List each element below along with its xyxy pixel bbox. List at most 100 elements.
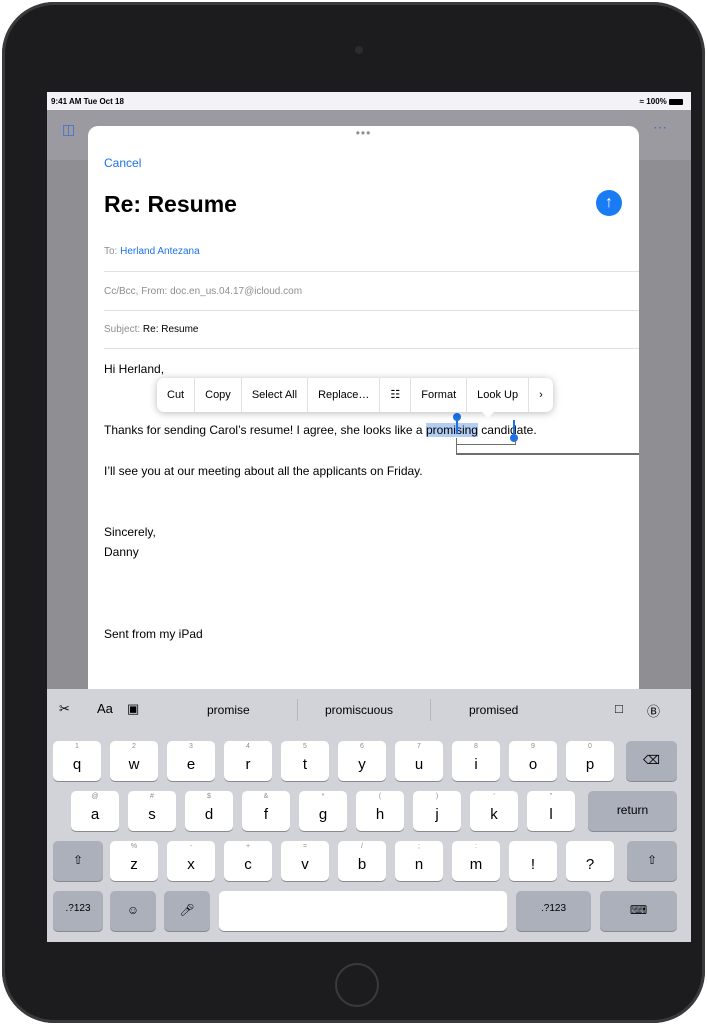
numbers-key-right[interactable]: .?123 — [516, 891, 591, 931]
key-hint: + — [245, 843, 251, 850]
keyboard-hide-icon: ⌨ — [629, 903, 648, 917]
key-hint: * — [321, 793, 325, 800]
key-v[interactable]: = v — [281, 841, 329, 881]
subject-label: Subject: — [104, 324, 141, 335]
status-time: 9:41 AM Tue Oct 18 — [51, 97, 124, 106]
key-label: k — [490, 806, 498, 823]
signature-line[interactable]: Sent from my iPad — [104, 627, 203, 641]
shift-left-key[interactable]: ⇧ — [53, 841, 103, 881]
key-m[interactable]: :m — [452, 841, 500, 881]
key-i[interactable]: 8i — [452, 741, 500, 781]
key-y[interactable]: 6y — [338, 741, 386, 781]
prediction-2[interactable]: promiscuous — [325, 703, 393, 717]
subject-value[interactable]: Re: Resume — [143, 324, 199, 335]
menu-select-all[interactable]: Select All — [242, 378, 309, 412]
key-a[interactable]: @ a — [71, 791, 119, 831]
prediction-3[interactable]: promised — [469, 703, 518, 717]
body-line-2[interactable]: I’ll see you at our meeting about all th… — [104, 464, 423, 478]
document-icon[interactable]: □ — [615, 701, 623, 716]
hide-keyboard-key[interactable]: ⌨ — [600, 891, 677, 931]
key-n[interactable]: ; n — [395, 841, 443, 881]
key-hint: ( — [378, 793, 382, 800]
key-q[interactable]: 1q — [53, 741, 101, 781]
key-r[interactable]: 4r — [224, 741, 272, 781]
key-j[interactable]: ) j — [413, 791, 461, 831]
key-label: e — [186, 756, 196, 773]
key-![interactable]: ! — [509, 841, 557, 881]
key-f[interactable]: & f — [242, 791, 290, 831]
selected-word[interactable]: promising — [425, 423, 478, 437]
camera-icon[interactable]: ▣ — [127, 701, 139, 717]
key-c[interactable]: + c — [224, 841, 272, 881]
key-label: z — [130, 856, 138, 873]
prediction-bar: ✂ Aa ▣ promise promiscuous promised □ Ⓑ — [47, 689, 691, 733]
to-field[interactable]: To: Herland Antezana — [104, 246, 639, 257]
key-label: b — [357, 856, 367, 873]
key-label: u — [414, 756, 424, 773]
key-hint: 6 — [360, 743, 364, 750]
key-g[interactable]: * g — [299, 791, 347, 831]
key-w[interactable]: 2w — [110, 741, 158, 781]
scan-text-icon[interactable]: ☷ — [380, 378, 412, 412]
key-x[interactable]: -x — [167, 841, 215, 881]
key-p[interactable]: 0p — [566, 741, 614, 781]
to-recipient[interactable]: Herland Antezana — [120, 246, 200, 257]
pen-icon[interactable]: Ⓑ — [647, 701, 660, 720]
menu-replace[interactable]: Replace… — [308, 378, 381, 412]
key-s[interactable]: # s — [128, 791, 176, 831]
keyboard: ✂ Aa ▣ promise promiscuous promised □ Ⓑ … — [47, 689, 691, 942]
prediction-1[interactable]: promise — [207, 703, 250, 717]
key-t[interactable]: 5t — [281, 741, 329, 781]
key-d[interactable]: $ d — [185, 791, 233, 831]
divider — [430, 699, 431, 721]
body-line-1[interactable]: Thanks for sending Carol’s resume! I agr… — [104, 423, 537, 437]
return-key[interactable]: return — [588, 791, 677, 831]
chevron-right-icon[interactable]: › — [529, 378, 553, 412]
shift-icon: ⇧ — [72, 853, 84, 867]
key-b[interactable]: / b — [338, 841, 386, 881]
key-label: q — [72, 756, 82, 773]
key-o[interactable]: 9o — [509, 741, 557, 781]
cc-from-field[interactable]: Cc/Bcc, From: doc.en_us.04.17@icloud.com — [104, 286, 639, 297]
key-hint: - — [189, 843, 193, 850]
key-z[interactable]: % z — [110, 841, 158, 881]
space-key[interactable] — [219, 891, 507, 931]
send-icon[interactable]: ↑ — [596, 190, 622, 216]
divider — [104, 310, 639, 311]
subject-field[interactable]: Subject: Re: Resume — [104, 324, 639, 335]
menu-look-up[interactable]: Look Up — [467, 378, 530, 412]
key-hint: % — [130, 843, 138, 850]
key-u[interactable]: 7u — [395, 741, 443, 781]
text-format-icon[interactable]: Aa — [97, 701, 113, 716]
menu-pointer — [481, 411, 495, 418]
delete-key[interactable]: ⌫ — [626, 741, 677, 781]
grabber-icon[interactable]: ••• — [88, 127, 639, 139]
home-button[interactable] — [335, 963, 379, 1007]
microphone-icon: 🎤︎ — [179, 903, 195, 917]
key-l[interactable]: " l — [527, 791, 575, 831]
dictation-key[interactable]: 🎤︎ — [164, 891, 210, 931]
menu-cut[interactable]: Cut — [157, 378, 196, 412]
emoji-key[interactable]: ☺ — [110, 891, 156, 931]
status-battery: ≈ 100% — [640, 97, 683, 106]
greeting-line[interactable]: Hi Herland, — [104, 362, 164, 376]
menu-copy[interactable]: Copy — [195, 378, 242, 412]
name-line[interactable]: Danny — [104, 545, 139, 559]
key-?[interactable]: ? — [566, 841, 614, 881]
key-k[interactable]: ' k — [470, 791, 518, 831]
numbers-key-left[interactable]: .?123 — [53, 891, 103, 931]
key-e[interactable]: 3e — [167, 741, 215, 781]
closing-line[interactable]: Sincerely, — [104, 525, 156, 539]
shift-right-key[interactable]: ⇧ — [627, 841, 677, 881]
scissors-icon[interactable]: ✂ — [59, 701, 70, 717]
key-label: i — [474, 756, 478, 773]
key-hint: 0 — [588, 743, 592, 750]
battery-percent: 100% — [646, 97, 667, 106]
key-hint: 5 — [303, 743, 307, 750]
key-label: x — [187, 856, 195, 873]
key-h[interactable]: (h — [356, 791, 404, 831]
key-label: g — [318, 806, 328, 823]
cancel-button[interactable]: Cancel — [104, 156, 141, 170]
sidebar-icon: ◫ — [62, 121, 76, 137]
menu-format[interactable]: Format — [411, 378, 468, 412]
